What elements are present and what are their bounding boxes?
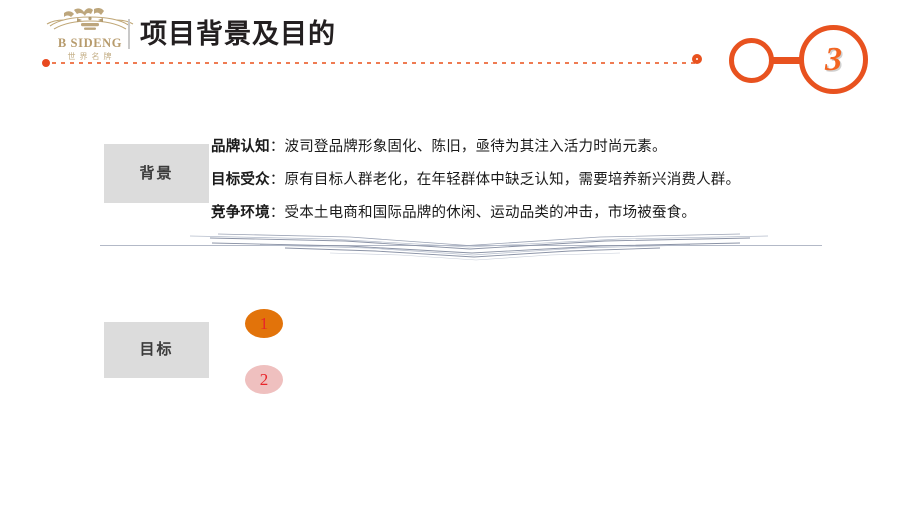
background-line-body: ：波司登品牌形象固化、陈旧，亟待为其注入活力时尚元素。 xyxy=(269,139,667,155)
background-section-label: 背景 xyxy=(104,144,209,203)
page-title: 项目背景及目的 xyxy=(140,19,336,49)
background-line: 竞争环境：受本土电商和国际品牌的休闲、运动品类的冲击，市场被蚕食。 xyxy=(211,197,871,230)
background-line-body: ：原有目标人群老化，在年轻群体中缺乏认知，需要培养新兴消费人群。 xyxy=(269,172,741,188)
background-line-body: ：受本土电商和国际品牌的休闲、运动品类的冲击，市场被蚕食。 xyxy=(269,205,697,221)
background-line: 目标受众：原有目标人群老化，在年轻群体中缺乏认知，需要培养新兴消费人群。 xyxy=(211,164,871,197)
slide-header: B SIDENG 世界名牌 项目背景及目的 3 xyxy=(0,0,920,94)
logo-wordmark: B SIDENG xyxy=(44,37,136,50)
chain-circle-medium-icon xyxy=(729,38,774,83)
brand-logo: B SIDENG 世界名牌 xyxy=(44,6,136,62)
decorative-divider xyxy=(100,232,822,272)
goal-bullet-2: 2 xyxy=(245,365,283,394)
dashed-line-start-dot-icon xyxy=(42,59,50,67)
background-line-lead: 品牌认知 xyxy=(211,139,270,155)
title-divider-bar xyxy=(128,19,130,49)
logo-subtitle: 世界名牌 xyxy=(67,52,116,61)
chain-circle-small-icon xyxy=(692,54,702,64)
goal-bullet-1: 1 xyxy=(245,309,283,338)
slide-number-badge: 3 xyxy=(825,41,842,78)
goal-section-label: 目标 xyxy=(104,322,209,378)
background-line-lead: 竞争环境 xyxy=(211,205,270,221)
header-dashed-line xyxy=(52,62,697,64)
bosideng-wings-logo-icon xyxy=(44,6,136,36)
logo-wordmark-text: B SIDENG xyxy=(57,36,123,50)
background-line-lead: 目标受众 xyxy=(211,172,270,188)
background-text-block: 品牌认知：波司登品牌形象固化、陈旧，亟待为其注入活力时尚元素。 目标受众：原有目… xyxy=(211,131,871,230)
background-line: 品牌认知：波司登品牌形象固化、陈旧，亟待为其注入活力时尚元素。 xyxy=(211,131,871,164)
